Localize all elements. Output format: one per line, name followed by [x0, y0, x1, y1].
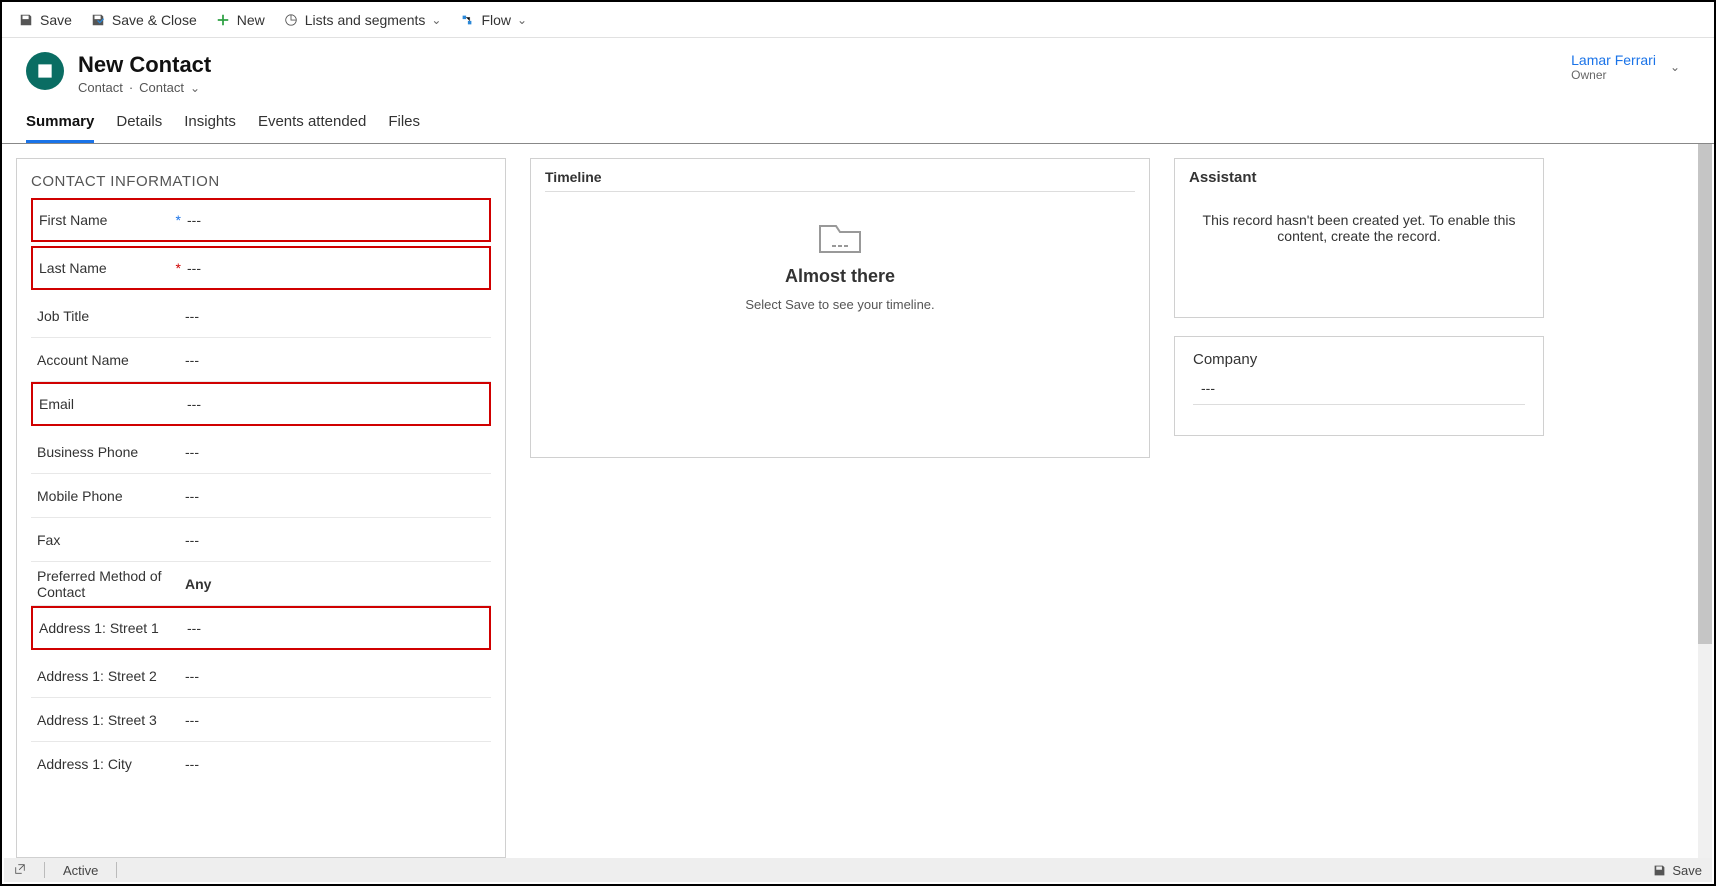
company-label: Company	[1193, 351, 1525, 368]
timeline-panel: Timeline Almost there Select Save to see…	[530, 158, 1150, 458]
field-business-phone[interactable]: Business Phone ---	[31, 430, 491, 474]
assistant-panel: Assistant This record hasn't been create…	[1174, 158, 1544, 318]
field-fax[interactable]: Fax ---	[31, 518, 491, 562]
address1-city-value[interactable]: ---	[185, 756, 485, 772]
first-name-value[interactable]: ---	[187, 212, 483, 228]
address1-street2-value[interactable]: ---	[185, 668, 485, 684]
last-name-value[interactable]: ---	[187, 260, 483, 276]
segments-icon	[283, 12, 299, 28]
header-title-block: New Contact Contact · Contact ⌄	[78, 52, 211, 95]
flow-button[interactable]: Flow ⌄	[459, 12, 527, 28]
fax-value[interactable]: ---	[185, 532, 485, 548]
field-address1-street1[interactable]: Address 1: Street 1 ---	[31, 606, 491, 650]
owner-label: Owner	[1571, 68, 1656, 82]
timeline-heading: Almost there	[545, 266, 1135, 287]
field-address1-street2[interactable]: Address 1: Street 2 ---	[31, 654, 491, 698]
command-bar: Save Save & Close New Lists and segments…	[2, 2, 1714, 38]
folder-icon	[816, 216, 864, 256]
chevron-down-icon[interactable]: ⌄	[1670, 60, 1680, 74]
flow-icon	[459, 12, 475, 28]
chevron-down-icon: ⌄	[190, 81, 200, 95]
tab-insights[interactable]: Insights	[184, 113, 236, 143]
status-save-button[interactable]: Save	[1653, 863, 1702, 878]
tab-files[interactable]: Files	[388, 113, 420, 143]
mobile-phone-value[interactable]: ---	[185, 488, 485, 504]
record-status: Active	[63, 863, 98, 878]
job-title-value[interactable]: ---	[185, 308, 485, 324]
tab-details[interactable]: Details	[116, 113, 162, 143]
required-recommended-icon: *	[176, 212, 181, 228]
status-save-label: Save	[1672, 863, 1702, 878]
timeline-title: Timeline	[545, 169, 1135, 185]
address1-street3-value[interactable]: ---	[185, 712, 485, 728]
owner-name-link[interactable]: Lamar Ferrari	[1571, 52, 1656, 68]
timeline-empty-state: Almost there Select Save to see your tim…	[545, 216, 1135, 312]
status-bar: Active Save	[4, 858, 1712, 882]
scrollbar-thumb[interactable]	[1698, 144, 1712, 644]
save-close-button[interactable]: Save & Close	[90, 12, 197, 28]
assistant-title: Assistant	[1189, 169, 1529, 186]
preferred-contact-value[interactable]: Any	[185, 576, 485, 592]
timeline-subtext: Select Save to see your timeline.	[545, 297, 1135, 312]
field-email[interactable]: Email ---	[31, 382, 491, 426]
account-name-value[interactable]: ---	[185, 352, 485, 368]
field-account-name[interactable]: Account Name ---	[31, 338, 491, 382]
field-first-name[interactable]: First Name* ---	[31, 198, 491, 242]
new-label: New	[237, 12, 265, 28]
chevron-down-icon: ⌄	[431, 13, 441, 27]
right-column: Assistant This record hasn't been create…	[1174, 158, 1544, 858]
record-header: New Contact Contact · Contact ⌄ Lamar Fe…	[2, 38, 1714, 95]
save-close-icon	[90, 12, 106, 28]
form-tabs: Summary Details Insights Events attended…	[2, 95, 1714, 144]
new-button[interactable]: New	[215, 12, 265, 28]
field-preferred-contact[interactable]: Preferred Method of Contact Any	[31, 562, 491, 606]
field-job-title[interactable]: Job Title ---	[31, 294, 491, 338]
required-icon: *	[176, 260, 181, 276]
field-address1-street3[interactable]: Address 1: Street 3 ---	[31, 698, 491, 742]
plus-icon	[215, 12, 231, 28]
email-value[interactable]: ---	[187, 396, 483, 412]
chevron-down-icon: ⌄	[517, 13, 527, 27]
save-icon	[18, 12, 34, 28]
form-selector[interactable]: Contact	[139, 80, 184, 95]
tab-summary[interactable]: Summary	[26, 113, 94, 143]
tab-events[interactable]: Events attended	[258, 113, 366, 143]
save-button[interactable]: Save	[18, 12, 72, 28]
save-close-label: Save & Close	[112, 12, 197, 28]
company-value[interactable]: ---	[1193, 380, 1525, 405]
entity-type: Contact	[78, 80, 123, 95]
field-last-name[interactable]: Last Name* ---	[31, 246, 491, 290]
field-mobile-phone[interactable]: Mobile Phone ---	[31, 474, 491, 518]
lists-segments-label: Lists and segments	[305, 12, 426, 28]
contact-info-panel: CONTACT INFORMATION First Name* --- Last…	[16, 158, 506, 858]
business-phone-value[interactable]: ---	[185, 444, 485, 460]
flow-label: Flow	[481, 12, 511, 28]
contact-info-title: CONTACT INFORMATION	[31, 173, 491, 190]
address1-street1-value[interactable]: ---	[187, 620, 483, 636]
company-panel: Company ---	[1174, 336, 1544, 436]
form-content: CONTACT INFORMATION First Name* --- Last…	[2, 144, 1714, 858]
contact-entity-icon	[26, 52, 64, 90]
popout-icon[interactable]	[14, 863, 26, 878]
record-title: New Contact	[78, 52, 211, 78]
save-label: Save	[40, 12, 72, 28]
assistant-message: This record hasn't been created yet. To …	[1189, 206, 1529, 250]
header-owner: Lamar Ferrari Owner ⌄	[1571, 52, 1690, 82]
field-address1-city[interactable]: Address 1: City ---	[31, 742, 491, 786]
lists-segments-button[interactable]: Lists and segments ⌄	[283, 12, 442, 28]
